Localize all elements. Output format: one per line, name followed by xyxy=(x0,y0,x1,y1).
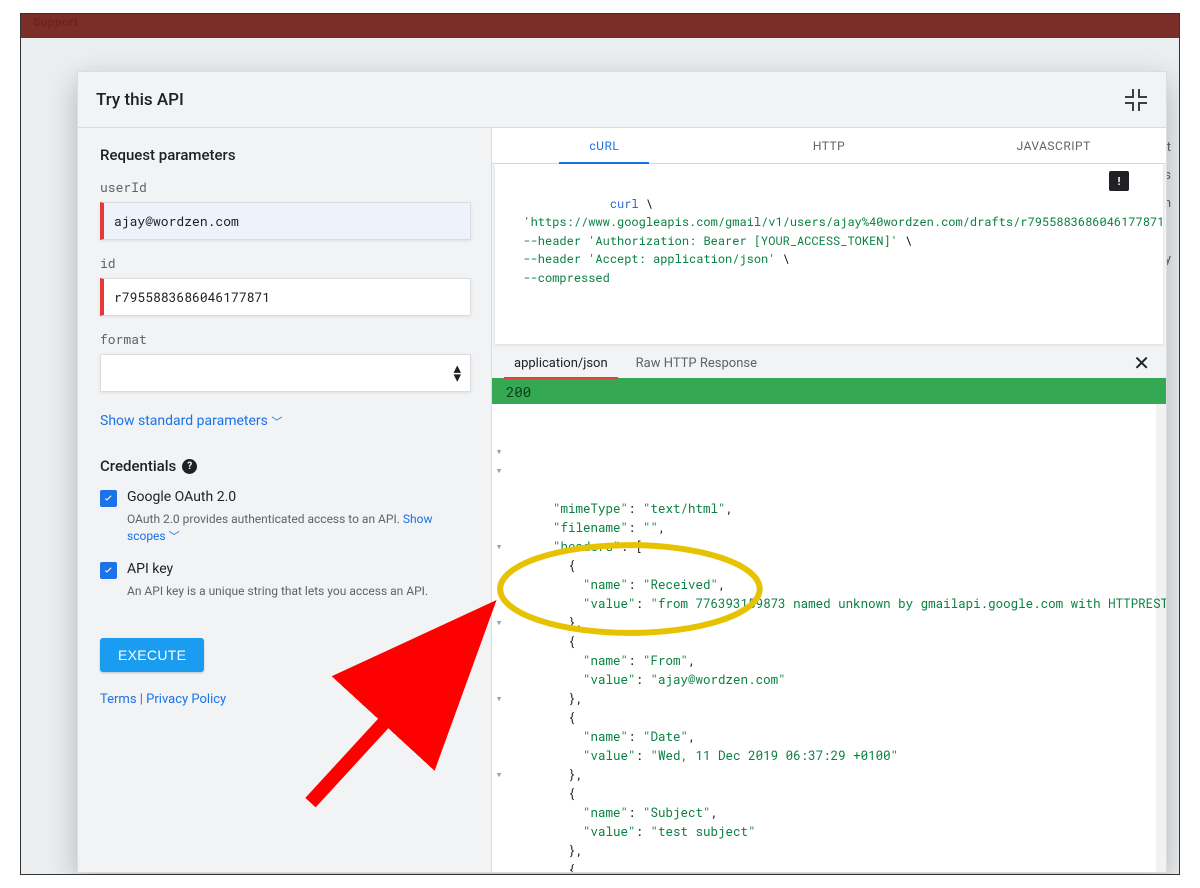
chevron-down-icon: ﹀ xyxy=(271,415,282,428)
apikey-checkbox[interactable] xyxy=(100,562,117,579)
json-line: "value": "Wed, 11 Dec 2019 06:37:29 +010… xyxy=(508,747,1166,766)
json-line: }, xyxy=(508,842,1166,861)
json-line: "mimeType": "text/html", xyxy=(508,500,1166,519)
json-response[interactable]: ▾ ▾ ▾ ▾ ▾ ▾ "mimeType": "text/html", "filenam… xyxy=(492,404,1166,872)
json-line: "value": "ajay@wordzen.com" xyxy=(508,671,1166,690)
json-line: "name": "Date", xyxy=(508,728,1166,747)
support-link[interactable]: Support xyxy=(33,15,78,29)
fold-toggle-icon[interactable]: ▾ xyxy=(494,465,504,475)
apikey-label: API key xyxy=(127,561,173,577)
fold-toggle-icon[interactable]: ▾ xyxy=(494,446,504,456)
privacy-link[interactable]: Privacy Policy xyxy=(146,692,226,707)
id-label: id xyxy=(100,254,471,272)
tab-http[interactable]: HTTP xyxy=(717,128,942,163)
execute-button[interactable]: EXECUTE xyxy=(100,638,204,672)
json-line: }, xyxy=(508,766,1166,785)
json-line: "headers": [ xyxy=(508,538,1166,557)
userid-label: userId xyxy=(100,178,471,196)
oauth-label: Google OAuth 2.0 xyxy=(127,489,236,505)
status-code: 200 xyxy=(492,378,1166,404)
code-sample: ! curl \ 'https://www.googleapis.com/gma… xyxy=(495,164,1163,344)
panel-title: Try this API xyxy=(96,90,184,110)
json-line: "name": "Subject", xyxy=(508,804,1166,823)
oauth-desc: OAuth 2.0 provides authenticated access … xyxy=(127,511,471,545)
tab-raw-http[interactable]: Raw HTTP Response xyxy=(622,348,771,378)
format-label: format xyxy=(100,330,471,348)
json-line: { xyxy=(508,633,1166,652)
json-line: { xyxy=(508,785,1166,804)
json-line: { xyxy=(508,709,1166,728)
footer-links: Terms | Privacy Policy xyxy=(100,692,471,707)
json-line: "filename": "", xyxy=(508,519,1166,538)
json-line: "value": "test subject" xyxy=(508,823,1166,842)
json-line: { xyxy=(508,861,1166,872)
json-line: }, xyxy=(508,690,1166,709)
apikey-desc: An API key is a unique string that lets … xyxy=(127,583,471,600)
response-tabs: application/json Raw HTTP Response ✕ xyxy=(492,348,1166,378)
tab-javascript[interactable]: JAVASCRIPT xyxy=(941,128,1166,163)
fold-toggle-icon[interactable]: ▾ xyxy=(494,693,504,703)
json-line: }, xyxy=(508,614,1166,633)
fold-toggle-icon[interactable]: ▾ xyxy=(494,769,504,779)
tab-curl[interactable]: cURL xyxy=(492,128,717,163)
fold-toggle-icon[interactable]: ▾ xyxy=(494,541,504,551)
show-standard-parameters-link[interactable]: Show standard parameters ﹀ xyxy=(100,413,282,429)
id-input[interactable] xyxy=(100,278,471,316)
scrollbar[interactable] xyxy=(1156,404,1166,872)
json-line: "value": "from 776393159873 named unknow… xyxy=(508,595,1166,614)
help-icon[interactable]: ? xyxy=(182,459,197,474)
json-line: "name": "From", xyxy=(508,652,1166,671)
json-line: { xyxy=(508,557,1166,576)
try-api-panel: Try this API Request parameters userId xyxy=(77,71,1167,873)
credentials-title: Credentials xyxy=(100,457,176,475)
code-tabs: cURL HTTP JAVASCRIPT xyxy=(492,128,1166,164)
copy-icon[interactable] xyxy=(1135,171,1155,191)
chevron-down-icon: ﹀ xyxy=(169,530,180,543)
info-icon[interactable]: ! xyxy=(1109,171,1129,191)
tab-application-json[interactable]: application/json xyxy=(500,348,622,378)
format-select[interactable] xyxy=(100,354,471,392)
close-icon[interactable]: ✕ xyxy=(1127,351,1156,375)
terms-link[interactable]: Terms xyxy=(100,692,137,707)
oauth-checkbox[interactable] xyxy=(100,490,117,507)
userid-input[interactable] xyxy=(100,202,471,240)
request-parameters-title: Request parameters xyxy=(100,146,471,164)
json-line: "name": "Received", xyxy=(508,576,1166,595)
fold-toggle-icon[interactable]: ▾ xyxy=(494,617,504,627)
collapse-icon[interactable] xyxy=(1124,88,1148,112)
